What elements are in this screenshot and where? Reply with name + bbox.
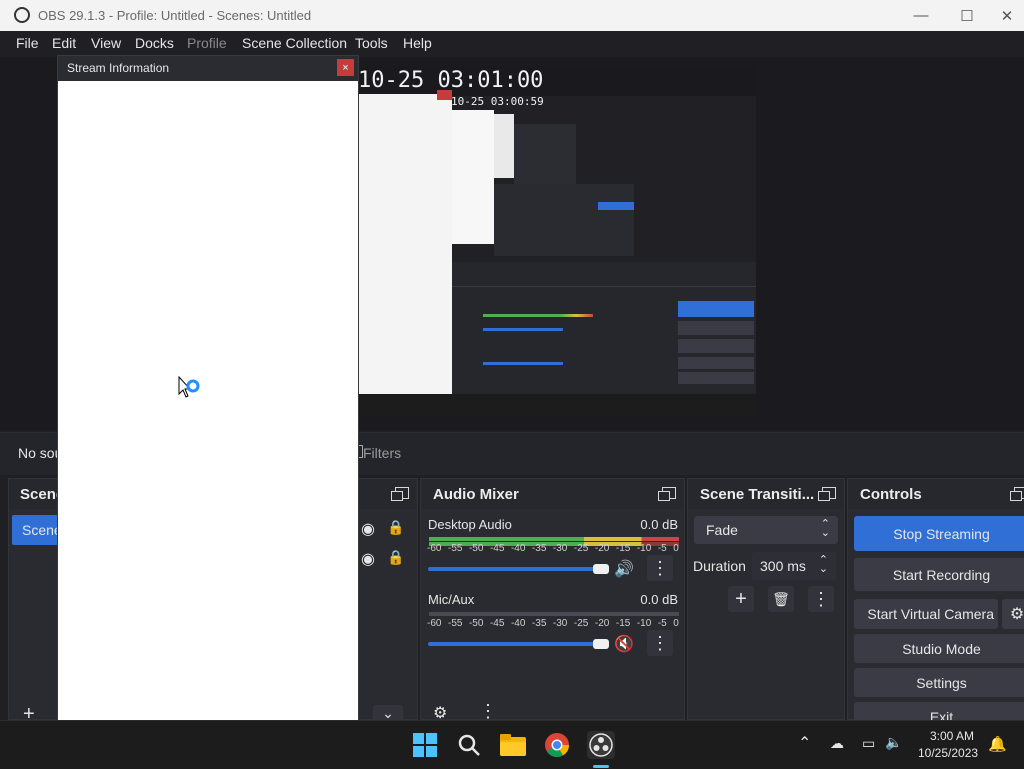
virtual-camera-gear-icon[interactable]: ⚙ (1002, 599, 1024, 629)
scene-item-label: Scene (22, 522, 62, 538)
lock-icon[interactable]: 🔒 (387, 549, 404, 566)
speaker-icon[interactable]: 🔊 (614, 559, 634, 579)
transition-select[interactable]: Fade ⌃ ⌄ (694, 516, 838, 544)
taskbar: ⌃ ☁ ▭ 🔈 3:00 AM 10/25/2023 🔔 (0, 720, 1024, 769)
muted-speaker-icon[interactable]: 🔇 (614, 634, 634, 654)
controls-dock: Controls Stop Streaming Start Recording … (847, 478, 1024, 731)
transitions-title: Scene Transiti... (700, 486, 815, 503)
float-icon[interactable] (1010, 487, 1024, 501)
trash-icon[interactable]: 🗑 (768, 586, 794, 612)
obs-logo-icon (14, 7, 30, 23)
volume-slider[interactable] (428, 567, 600, 571)
chevron-updown-icon: ⌃ ⌄ (820, 518, 830, 539)
chrome-icon[interactable] (543, 731, 571, 759)
close-button[interactable]: ✕ (990, 0, 1024, 31)
meter-scale: -60 -55 -50 -45 -40 -35 -30 -25 -20 -15 -10 -5 0 (427, 618, 679, 629)
channel-db: 0.0 dB (640, 517, 678, 532)
controls-title: Controls (860, 486, 922, 503)
kebab-icon[interactable]: ⋮ (479, 701, 497, 722)
stream-info-titlebar: Stream Information × (58, 56, 358, 81)
audio-mixer-dock: Audio Mixer Desktop Audio 0.0 dB -60 -55-… (420, 478, 685, 722)
windows-start-icon[interactable] (411, 731, 439, 759)
channel-name: Mic/Aux (428, 592, 475, 607)
channel-name: Desktop Audio (428, 517, 512, 532)
menu-profile[interactable]: Profile (187, 35, 227, 51)
obs-taskbar-icon[interactable] (587, 731, 615, 759)
onedrive-icon[interactable]: ☁ (830, 735, 844, 752)
cursor-busy-icon (178, 375, 204, 411)
menu-scene-collection[interactable]: Scene Collection (242, 35, 347, 51)
chevron-down-icon[interactable]: ⌄ (373, 705, 403, 721)
title-bar: OBS 29.1.3 - Profile: Untitled - Scenes:… (0, 0, 1024, 31)
duration-value: 300 ms (760, 558, 806, 574)
scene-transitions-dock: Scene Transiti... Fade ⌃ ⌄ Duration 300 m… (687, 478, 845, 720)
lock-icon[interactable]: 🔒 (387, 519, 404, 536)
sources-dock: ◉ 🔒 ◉ 🔒 ⌄ (356, 478, 418, 721)
meter-scale: -60 -55 -50 -45 -40 -35 -30 -25 -20 -15 -10 -5 0 (427, 543, 679, 554)
volume-slider[interactable] (428, 642, 600, 646)
chevron-up-icon[interactable]: ⌃ (798, 733, 811, 753)
maximize-button[interactable]: ☐ (944, 0, 990, 31)
transition-menu-button[interactable]: ⋮ (808, 586, 834, 612)
start-virtual-camera-button[interactable]: Start Virtual Camera (854, 599, 998, 629)
settings-button[interactable]: Settings (854, 668, 1024, 697)
file-explorer-icon[interactable] (499, 731, 527, 759)
volume-meter (429, 612, 679, 616)
nested-white-window (358, 94, 452, 394)
start-recording-button[interactable]: Start Recording (854, 558, 1024, 591)
volume-meter (429, 537, 679, 541)
duration-spinbox[interactable]: 300 ms ⌃ ⌄ (752, 552, 836, 580)
stream-info-close-button[interactable]: × (337, 59, 354, 76)
minimize-button[interactable]: — (898, 0, 944, 31)
menu-file[interactable]: File (16, 35, 39, 51)
stream-information-window[interactable]: Stream Information × (57, 55, 359, 721)
volume-slider-handle[interactable] (593, 639, 609, 649)
clock-date[interactable]: 10/25/2023 (918, 746, 978, 760)
menu-docks[interactable]: Docks (135, 35, 174, 51)
audio-mixer-title: Audio Mixer (433, 486, 519, 503)
search-icon[interactable] (455, 731, 483, 759)
channel-menu-button[interactable]: ⋮ (647, 630, 673, 656)
no-source-label: No sou (18, 445, 63, 461)
float-icon[interactable] (391, 487, 409, 501)
float-icon[interactable] (658, 487, 676, 501)
menu-view[interactable]: View (91, 35, 121, 51)
scene-item[interactable]: Scene (12, 515, 62, 545)
visibility-eye-icon[interactable]: ◉ (361, 549, 375, 569)
studio-mode-button[interactable]: Studio Mode (854, 634, 1024, 663)
clock-time[interactable]: 3:00 AM (930, 729, 974, 743)
preview-timestamp-small: 10-25 03:00:59 (451, 95, 544, 108)
filters-button[interactable]: Filters (363, 445, 401, 461)
stream-info-title: Stream Information (67, 61, 170, 75)
channel-db: 0.0 dB (640, 592, 678, 607)
float-icon[interactable] (818, 487, 836, 501)
volume-slider-handle[interactable] (593, 564, 609, 574)
menu-bar: File Edit View Docks Profile Scene Colle… (0, 31, 1024, 57)
transition-select-value: Fade (706, 522, 738, 538)
preview-canvas: 10-25 03:01:00 10-25 03:00:59 (358, 66, 756, 416)
menu-help[interactable]: Help (403, 35, 432, 51)
notification-bell-icon[interactable]: 🔔 (988, 735, 1007, 753)
channel-menu-button[interactable]: ⋮ (647, 555, 673, 581)
menu-tools[interactable]: Tools (355, 35, 388, 51)
volume-icon[interactable]: 🔈 (885, 734, 902, 751)
window-title: OBS 29.1.3 - Profile: Untitled - Scenes:… (38, 8, 312, 23)
spin-arrows-icon[interactable]: ⌃ ⌄ (819, 555, 828, 575)
visibility-eye-icon[interactable]: ◉ (361, 519, 375, 539)
scenes-dock: Scene Scene + (8, 478, 64, 725)
stop-streaming-button[interactable]: Stop Streaming (854, 516, 1024, 551)
duration-label: Duration (693, 558, 746, 574)
menu-edit[interactable]: Edit (52, 35, 76, 51)
network-icon[interactable]: ▭ (862, 735, 875, 752)
add-transition-button[interactable]: + (728, 586, 754, 612)
